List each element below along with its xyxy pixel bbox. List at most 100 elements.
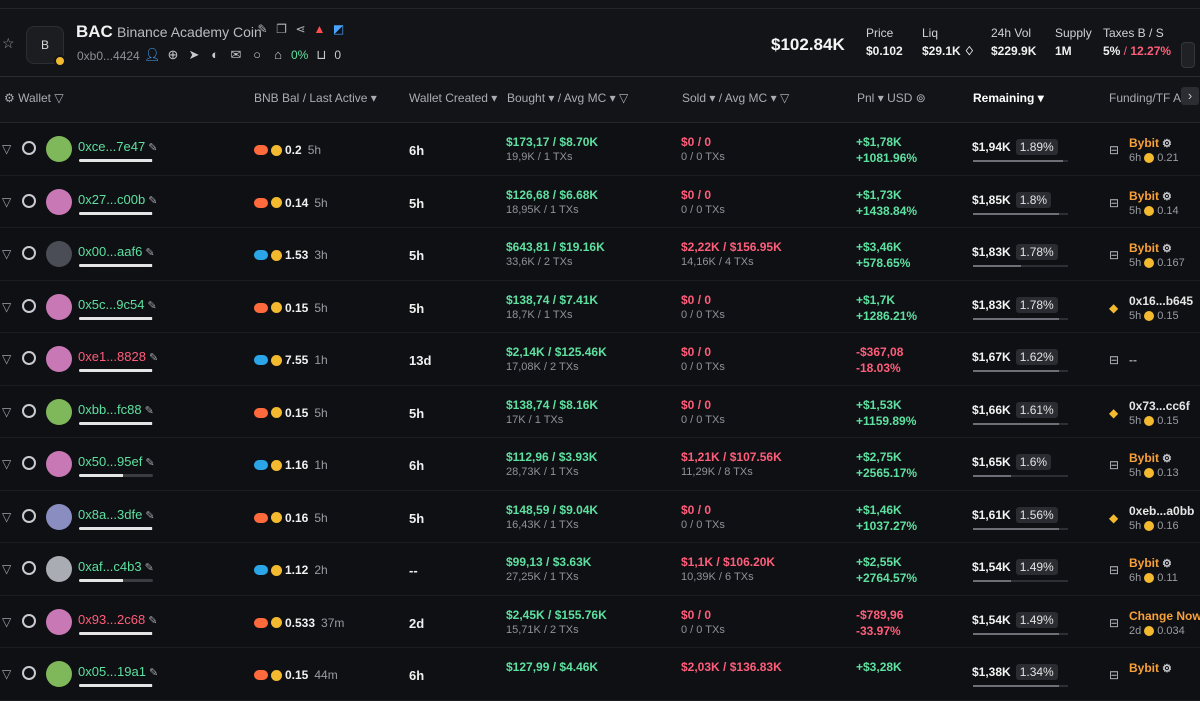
funding-icon[interactable]: ⊟ — [1109, 143, 1119, 157]
edit-icon[interactable]: ✎ — [145, 562, 154, 574]
wallet-address[interactable]: 0xbb...fc88 ✎ — [78, 402, 154, 417]
bubblemap-icon[interactable] — [22, 666, 36, 680]
search-icon[interactable]: ○ — [249, 47, 265, 63]
wallet-address[interactable]: 0x8a...3dfe ✎ — [78, 507, 155, 522]
filter-icon[interactable]: ▽ — [2, 247, 11, 261]
wallet-address[interactable]: 0x50...95ef ✎ — [78, 454, 155, 469]
filter-icon[interactable]: ▽ — [2, 615, 11, 629]
token-address[interactable]: 0xb0...4424 — [77, 49, 140, 63]
bubblemap-icon[interactable] — [22, 508, 36, 523]
col-bnb-bal[interactable]: BNB Bal / Last Active ▾ — [254, 91, 377, 105]
col-remaining[interactable]: Remaining ▾ — [973, 91, 1044, 105]
filter-icon[interactable]: ▽ — [2, 562, 11, 576]
header-scroll-thumb[interactable] — [1181, 42, 1195, 68]
col-wallet[interactable]: ⚙ Wallet ▽ — [4, 91, 64, 105]
funding-icon[interactable]: ⊟ — [1109, 353, 1119, 367]
wallet-address[interactable]: 0x05...19a1 ✎ — [78, 664, 158, 679]
edit-icon[interactable]: ✎ — [148, 142, 157, 154]
verified-icon[interactable]: ◩ — [332, 23, 345, 36]
col-wallet-created[interactable]: Wallet Created ▾ — [409, 91, 497, 105]
filter-icon[interactable]: ▽ — [2, 142, 11, 156]
bubblemap-icon[interactable] — [22, 561, 36, 575]
funding-source[interactable]: Bybit ⚙ — [1129, 556, 1172, 570]
funding-source[interactable]: Bybit ⚙ — [1129, 136, 1172, 150]
share-icon[interactable]: ⋖ — [294, 23, 307, 36]
col-bought[interactable]: Bought ▾ / Avg MC ▾ ▽ — [507, 91, 628, 105]
funding-icon[interactable]: ⊟ — [1109, 563, 1119, 577]
table-row[interactable]: ▽ 0x8a...3dfe ✎ 0.16 5h 5h $148,59 / $9.04K 16,… — [0, 491, 1200, 543]
funding-icon[interactable]: ⊟ — [1109, 458, 1119, 472]
settings-icon[interactable]: ⚙ — [4, 91, 15, 105]
bubblemap-icon[interactable] — [22, 403, 36, 418]
table-row[interactable]: ▽ 0x5c...9c54 ✎ 0.15 5h 5h $138,74 / $7.41K 18,… — [0, 281, 1200, 333]
telegram-icon[interactable]: ➤ — [186, 47, 202, 63]
table-row[interactable]: ▽ 0x50...95ef ✎ 1.16 1h 6h $112,96 / $3.93K 28,… — [0, 438, 1200, 491]
table-row[interactable]: ▽ 0x93...2c68 ✎ 0.533 37m 2d $2,45K / $155.76K… — [0, 596, 1200, 648]
filter-icon[interactable]: ▽ — [2, 300, 11, 314]
edit-icon[interactable]: ✎ — [145, 510, 154, 522]
funding-icon[interactable]: ⊟ — [1109, 616, 1119, 630]
bubblemap-icon[interactable] — [22, 193, 36, 208]
edit-icon[interactable]: ✎ — [149, 667, 158, 679]
bubblemap-icon[interactable] — [22, 141, 36, 155]
tweet-icon[interactable]: ✉ — [228, 47, 244, 63]
edit-icon[interactable]: ✎ — [145, 457, 154, 469]
col-pnl[interactable]: Pnl ▾ USD ⊚ — [857, 91, 926, 105]
currency-toggle-icon[interactable]: ⊚ — [916, 91, 926, 105]
filter-icon[interactable]: ▽ — [2, 667, 11, 681]
filter-icon[interactable]: ▽ — [2, 195, 11, 209]
wallet-address[interactable]: 0xe1...8828 ✎ — [78, 349, 158, 364]
holders-icon[interactable]: ⌂ — [270, 47, 286, 63]
bubblemap-icon[interactable] — [22, 246, 36, 260]
table-row[interactable]: ▽ 0xe1...8828 ✎ 7.55 1h 13d $2,14K / $125.46K 1… — [0, 333, 1200, 386]
funding-source[interactable]: Bybit ⚙ — [1129, 189, 1172, 203]
edit-icon[interactable]: ✎ — [149, 352, 158, 364]
globe-icon[interactable]: ⊕ — [165, 47, 181, 63]
wallet-address[interactable]: 0x27...c00b ✎ — [78, 192, 157, 207]
funding-source[interactable]: -- — [1129, 353, 1137, 367]
wallet-address[interactable]: 0xaf...c4b3 ✎ — [78, 559, 154, 574]
edit-icon[interactable]: ✎ — [148, 300, 157, 312]
funding-icon[interactable]: ⊟ — [1109, 196, 1119, 210]
funding-source[interactable]: Bybit ⚙ — [1129, 241, 1172, 255]
funding-source[interactable]: Bybit ⚙ — [1129, 451, 1172, 465]
wallet-address[interactable]: 0x93...2c68 ✎ — [78, 612, 157, 627]
watch-icon[interactable]: ⊔ — [313, 47, 329, 63]
funding-source[interactable]: 0x73...cc6f — [1129, 399, 1190, 413]
filter-icon[interactable]: ▽ — [619, 91, 628, 105]
table-row[interactable]: ▽ 0x00...aaf6 ✎ 1.53 3h 5h $643,81 / $19.16K 33… — [0, 228, 1200, 281]
warning-icon[interactable]: ▲ — [313, 23, 326, 36]
edit-icon[interactable]: ✎ — [148, 615, 157, 627]
scroll-right-button[interactable]: › — [1181, 87, 1199, 105]
funding-icon[interactable]: ⊟ — [1109, 248, 1119, 262]
table-row[interactable]: ▽ 0x27...c00b ✎ 0.14 5h 5h $126,68 / $6.68K 18,… — [0, 176, 1200, 228]
table-row[interactable]: ▽ 0x05...19a1 ✎ 0.15 44m 6h $127,99 / $4.46K $2… — [0, 648, 1200, 701]
user-icon[interactable]: 👤︎ — [144, 47, 161, 63]
chart-icon[interactable]: ◐ — [207, 47, 223, 63]
bubblemap-icon[interactable] — [22, 298, 36, 313]
table-row[interactable]: ▽ 0xce...7e47 ✎ 0.2 5h 6h $173,17 / $8.70K 19,9… — [0, 123, 1200, 176]
funding-source[interactable]: Bybit ⚙ — [1129, 661, 1172, 675]
wallet-address[interactable]: 0xce...7e47 ✎ — [78, 139, 157, 154]
bubblemap-icon[interactable] — [22, 456, 36, 470]
filter-icon[interactable]: ▽ — [2, 457, 11, 471]
funding-source[interactable]: 0xeb...a0bb — [1129, 504, 1194, 518]
filter-icon[interactable]: ▽ — [780, 91, 789, 105]
filter-icon[interactable]: ▽ — [2, 405, 11, 419]
copy-icon[interactable]: ❐ — [275, 23, 288, 36]
edit-icon[interactable]: ✎ — [256, 23, 269, 36]
col-sold[interactable]: Sold ▾ / Avg MC ▾ ▽ — [682, 91, 789, 105]
bubblemap-icon[interactable] — [22, 351, 36, 365]
wallet-address[interactable]: 0x5c...9c54 ✎ — [78, 297, 157, 312]
table-row[interactable]: ▽ 0xaf...c4b3 ✎ 1.12 2h -- $99,13 / $3.63K 27,2… — [0, 543, 1200, 596]
funding-source[interactable]: Change Now ⚙ — [1129, 609, 1200, 623]
filter-icon[interactable]: ▽ — [2, 510, 11, 524]
wallet-address[interactable]: 0x00...aaf6 ✎ — [78, 244, 155, 259]
filter-icon[interactable]: ▽ — [54, 91, 63, 105]
edit-icon[interactable]: ✎ — [145, 405, 154, 417]
table-row[interactable]: ▽ 0xbb...fc88 ✎ 0.15 5h 5h $138,74 / $8.16K 17K… — [0, 386, 1200, 438]
funding-source[interactable]: 0x16...b645 — [1129, 294, 1193, 308]
edit-icon[interactable]: ✎ — [148, 195, 157, 207]
col-funding[interactable]: Funding/TF A — [1109, 91, 1181, 105]
filter-icon[interactable]: ▽ — [2, 352, 11, 366]
